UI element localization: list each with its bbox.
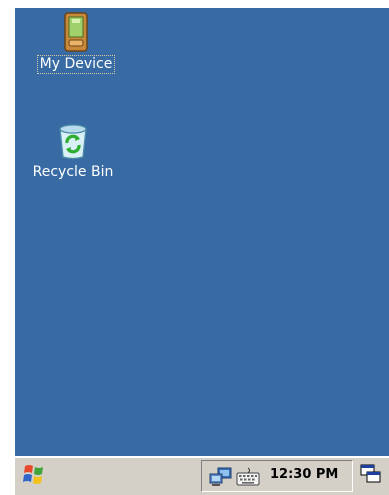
desktop-item-label: My Device <box>36 55 116 74</box>
show-desktop-icon <box>360 464 382 488</box>
recycle-bin-icon <box>55 116 91 160</box>
desktop-item-label: Recycle Bin <box>32 164 114 180</box>
desktop-item-my-device[interactable]: My Device <box>21 8 131 74</box>
start-button[interactable] <box>19 463 49 489</box>
windows-flag-icon <box>22 463 46 489</box>
keyboard-icon[interactable] <box>236 467 260 491</box>
network-icon[interactable] <box>209 467 233 491</box>
screen: My Device Recycle Bin 12:30 PM <box>0 0 389 495</box>
desktop[interactable]: My Device Recycle Bin <box>15 8 389 456</box>
desktop-item-recycle-bin[interactable]: Recycle Bin <box>18 116 128 181</box>
system-tray: 12:30 PM <box>201 460 353 492</box>
my-device-icon <box>58 8 94 52</box>
show-desktop-button[interactable] <box>358 463 384 489</box>
clock[interactable]: 12:30 PM <box>270 467 338 482</box>
taskbar: 12:30 PM <box>15 456 389 495</box>
